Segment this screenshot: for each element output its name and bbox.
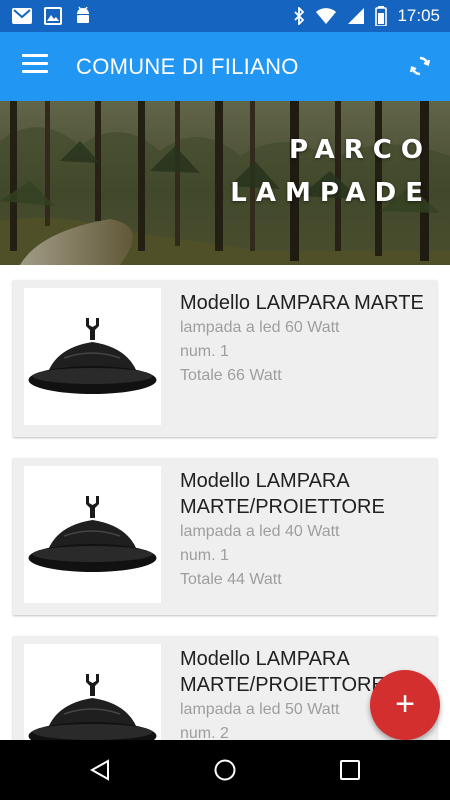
- list-item[interactable]: Modello LAMPARA MARTE lampada a led 60 W…: [13, 280, 437, 437]
- wifi-icon: [316, 8, 337, 24]
- lamp-image: [24, 644, 161, 740]
- card-title: Modello LAMPARA MARTE: [180, 292, 424, 314]
- banner-title: PARCO LAMPADE: [230, 129, 432, 215]
- status-time: 17:05: [397, 6, 440, 25]
- home-icon[interactable]: [213, 758, 237, 782]
- banner-line-2: LAMPADE: [230, 178, 432, 208]
- lamp-image: [24, 288, 161, 425]
- card-total: Totale 44 Watt: [180, 571, 282, 588]
- bluetooth-icon: [294, 7, 305, 25]
- image-icon: [44, 7, 62, 25]
- back-icon[interactable]: [88, 758, 112, 782]
- card-total: Totale 66 Watt: [180, 367, 282, 384]
- card-count: num. 1: [180, 343, 229, 360]
- android-icon: [77, 6, 89, 23]
- card-count: num. 1: [180, 547, 229, 564]
- add-button[interactable]: +: [370, 670, 440, 740]
- gmail-icon: [12, 8, 32, 24]
- signal-icon: [348, 8, 365, 24]
- card-power: lampada a led 60 Watt: [180, 319, 340, 336]
- app-title: COMUNE DI FILIANO: [76, 54, 299, 79]
- app-bar: COMUNE DI FILIANO: [0, 32, 450, 101]
- status-bar: 17:05: [0, 0, 450, 32]
- hamburger-menu-icon[interactable]: [22, 54, 48, 78]
- park-banner: PARCO LAMPADE: [0, 101, 450, 265]
- recents-icon[interactable]: [338, 758, 362, 782]
- banner-line-1: PARCO: [289, 135, 432, 165]
- battery-icon: [375, 6, 388, 26]
- card-power: lampada a led 40 Watt: [180, 523, 340, 540]
- refresh-icon[interactable]: [408, 54, 432, 78]
- card-title: Modello LAMPARA MARTE/PROIETTORE: [180, 470, 385, 518]
- navigation-bar: [0, 740, 450, 800]
- lamp-image: [24, 466, 161, 603]
- list-item[interactable]: Modello LAMPARA MARTE/PROIETTORE lampada…: [13, 458, 437, 615]
- lamp-list[interactable]: Modello LAMPARA MARTE lampada a led 60 W…: [0, 265, 450, 740]
